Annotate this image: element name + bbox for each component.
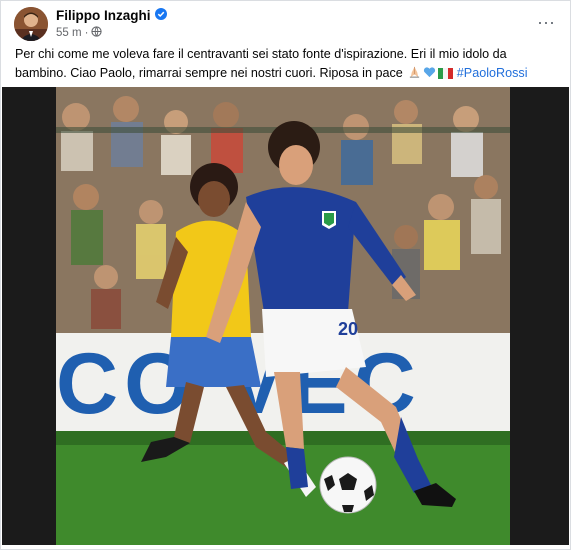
italy-flag-emoji bbox=[438, 66, 454, 85]
post-caption: Per chi come me voleva fare il centravan… bbox=[15, 45, 530, 84]
football-ball bbox=[319, 456, 377, 514]
football-photo-illustration: CO VEC 20 bbox=[56, 87, 510, 545]
pray-emoji bbox=[408, 66, 421, 85]
post-timestamp[interactable]: 55 m bbox=[56, 27, 82, 39]
verified-badge-icon bbox=[154, 8, 167, 23]
post-header: Filippo Inzaghi 55 m · ··· bbox=[14, 7, 560, 43]
more-options-icon: ··· bbox=[537, 11, 555, 32]
globe-icon bbox=[91, 26, 103, 40]
post-meta: 55 m · bbox=[56, 26, 103, 40]
blue-heart-emoji bbox=[423, 66, 436, 85]
shorts-number: 20 bbox=[338, 319, 358, 339]
meta-separator: · bbox=[84, 27, 89, 39]
post-photo[interactable]: CO VEC 20 bbox=[56, 87, 510, 545]
author-avatar[interactable] bbox=[14, 7, 48, 41]
hashtag-link[interactable]: #PaoloRossi bbox=[457, 66, 528, 80]
author-name[interactable]: Filippo Inzaghi bbox=[56, 8, 151, 23]
author-name-row: Filippo Inzaghi bbox=[56, 8, 167, 23]
post-photo-frame: CO VEC 20 bbox=[2, 87, 569, 545]
more-options-button[interactable]: ··· bbox=[532, 11, 560, 33]
facebook-post: Filippo Inzaghi 55 m · ··· Per chi come … bbox=[0, 0, 571, 550]
